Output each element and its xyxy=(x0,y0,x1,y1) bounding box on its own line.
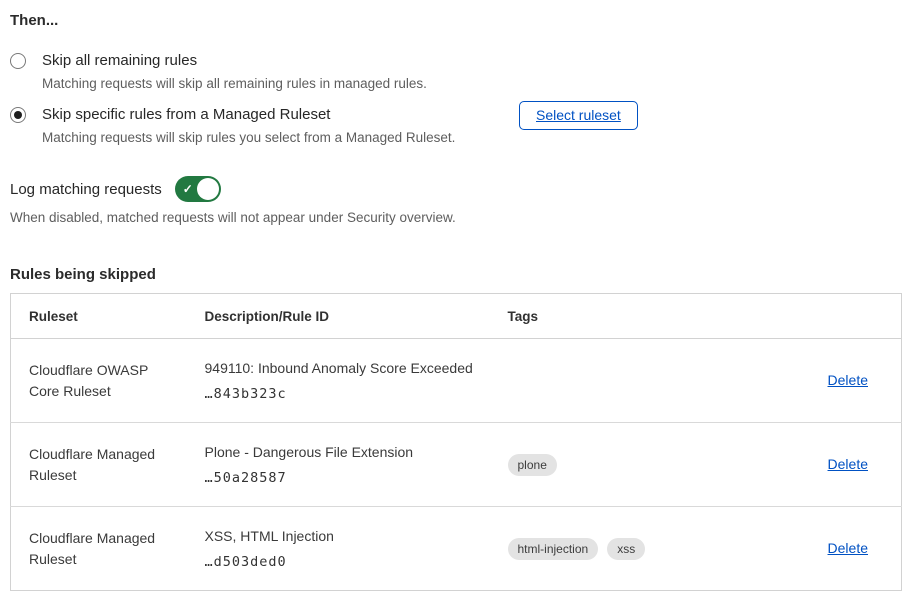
rule-description: XSS, HTML Injection xyxy=(205,528,508,545)
table-row: Cloudflare Managed Ruleset XSS, HTML Inj… xyxy=(11,507,902,591)
log-matching-requests-label: Log matching requests xyxy=(10,181,162,198)
log-matching-requests-row: Log matching requests ✓ xyxy=(10,176,901,202)
toggle-knob xyxy=(197,178,219,200)
log-matching-requests-toggle[interactable]: ✓ xyxy=(175,176,221,202)
ruleset-name: Cloudflare Managed Ruleset xyxy=(29,444,205,486)
table-row: Cloudflare Managed Ruleset Plone - Dange… xyxy=(11,423,902,507)
tag-pill: xss xyxy=(607,538,645,560)
delete-link[interactable]: Delete xyxy=(828,540,868,556)
tag-pill: plone xyxy=(508,454,557,476)
radio-button-skip-specific[interactable] xyxy=(10,107,26,123)
radio-option-skip-all: Skip all remaining rules Matching reques… xyxy=(10,52,901,92)
radio-option-skip-specific: Skip specific rules from a Managed Rules… xyxy=(10,106,901,146)
radio-label-skip-all[interactable]: Skip all remaining rules xyxy=(42,52,197,70)
rules-table-header-row: Ruleset Description/Rule ID Tags xyxy=(11,294,902,339)
rules-table-body: Cloudflare OWASP Core Ruleset 949110: In… xyxy=(11,339,902,591)
rule-description: Plone - Dangerous File Extension xyxy=(205,444,508,461)
rules-being-skipped-heading: Rules being skipped xyxy=(10,266,901,284)
rules-table: Ruleset Description/Rule ID Tags Cloudfl… xyxy=(10,293,902,591)
delete-link[interactable]: Delete xyxy=(828,456,868,472)
then-heading: Then... xyxy=(10,12,901,30)
rule-description: 949110: Inbound Anomaly Score Exceeded xyxy=(205,360,508,377)
table-row: Cloudflare OWASP Core Ruleset 949110: In… xyxy=(11,339,902,423)
column-header-description: Description/Rule ID xyxy=(205,294,508,339)
radio-description-skip-specific: Matching requests will skip rules you se… xyxy=(42,129,901,146)
check-icon: ✓ xyxy=(183,181,193,197)
delete-link[interactable]: Delete xyxy=(828,372,868,388)
radio-label-skip-specific[interactable]: Skip specific rules from a Managed Rules… xyxy=(42,106,330,124)
ruleset-name: Cloudflare OWASP Core Ruleset xyxy=(29,360,205,402)
rule-tags: html-injection xss xyxy=(508,538,763,560)
radio-description-skip-all: Matching requests will skip all remainin… xyxy=(42,75,901,92)
rule-id: …50a28587 xyxy=(205,470,508,486)
select-ruleset-button[interactable]: Select ruleset xyxy=(519,101,638,130)
tag-pill: html-injection xyxy=(508,538,599,560)
ruleset-name: Cloudflare Managed Ruleset xyxy=(29,528,205,570)
rule-id: …d503ded0 xyxy=(205,554,508,570)
column-header-ruleset: Ruleset xyxy=(11,294,205,339)
column-header-actions xyxy=(763,294,902,339)
skip-rule-config-panel: Then... Skip all remaining rules Matchin… xyxy=(0,0,911,591)
radio-button-skip-all[interactable] xyxy=(10,53,26,69)
column-header-tags: Tags xyxy=(508,294,763,339)
rule-tags: plone xyxy=(508,454,763,476)
log-toggle-description: When disabled, matched requests will not… xyxy=(10,209,901,226)
rule-id: …843b323c xyxy=(205,386,508,402)
